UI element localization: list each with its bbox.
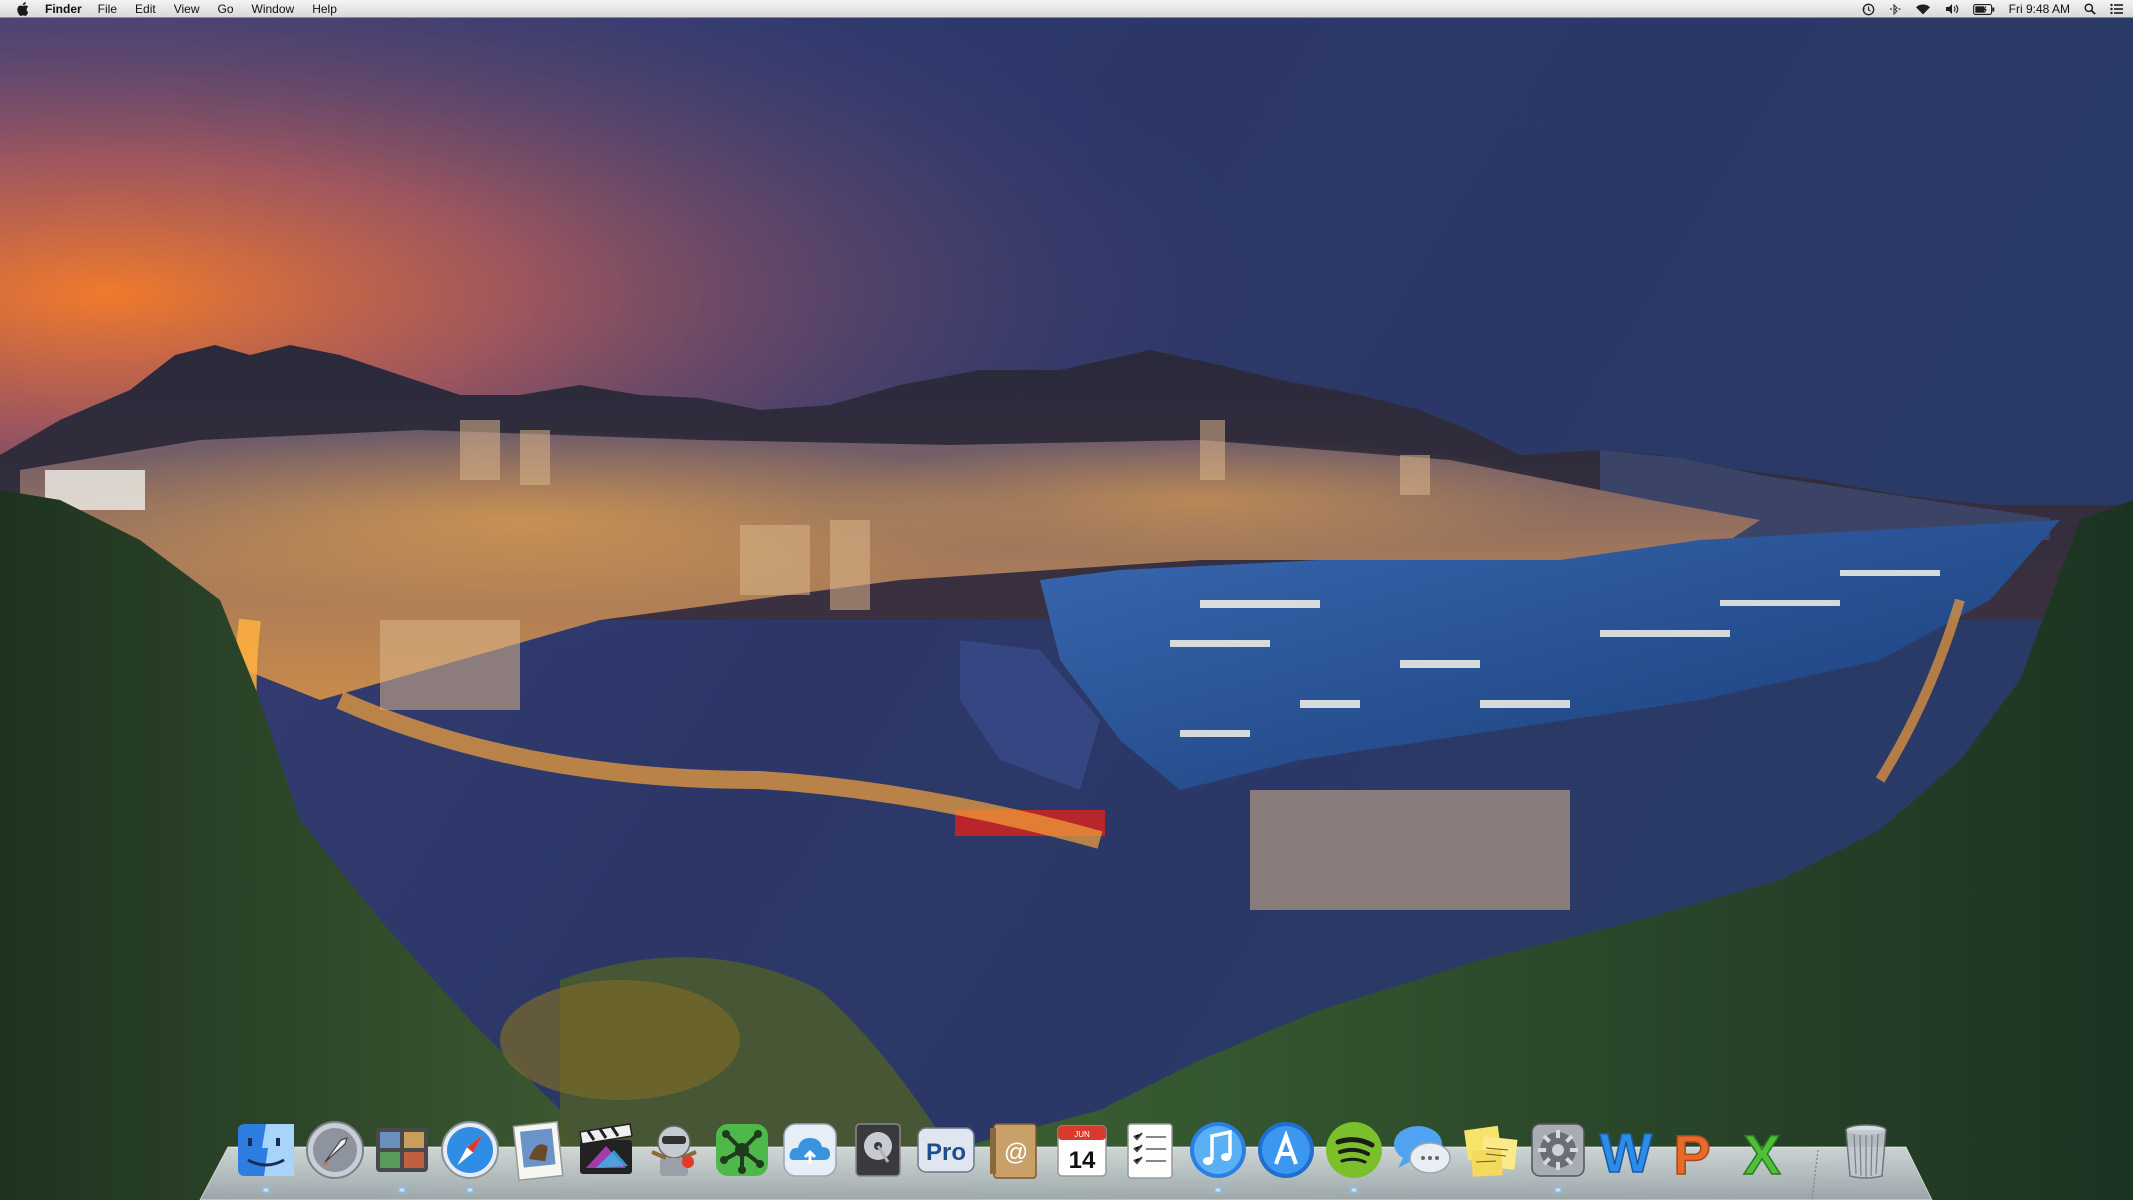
volume-icon[interactable] <box>1945 3 1959 15</box>
dock-app-safari[interactable] <box>438 1118 502 1182</box>
menu-clock[interactable]: Fri 9:48 AM <box>2009 2 2070 16</box>
running-indicator <box>1351 1188 1357 1192</box>
dock-app-excel[interactable]: X <box>1730 1118 1794 1182</box>
excel-icon: X <box>1743 1123 1780 1182</box>
dock: Pro @ JUN 14 W P X <box>234 1118 1899 1192</box>
dock-app-icloud[interactable] <box>778 1118 842 1182</box>
powerpoint-icon: P <box>1673 1123 1710 1182</box>
dock-app-powerpoint[interactable]: P <box>1662 1118 1726 1182</box>
dock-app-preview[interactable] <box>506 1118 570 1182</box>
running-indicator <box>263 1188 269 1192</box>
mindmap-icon <box>716 1124 768 1176</box>
finder-icon <box>238 1124 294 1176</box>
running-indicator <box>399 1188 405 1192</box>
dock-app-itunes[interactable] <box>1186 1118 1250 1182</box>
stickies-icon <box>1464 1125 1518 1177</box>
photo-browser-icon <box>376 1128 428 1172</box>
menu-finder[interactable]: Finder <box>45 2 82 16</box>
dock-app-system-preferences[interactable] <box>1526 1118 1590 1182</box>
trash-icon <box>1845 1124 1887 1179</box>
menu-bar: Finder File Edit View Go Window Help Fri… <box>0 0 2133 18</box>
system-preferences-icon <box>1531 1123 1585 1177</box>
dock-app-calendar[interactable]: JUN 14 <box>1050 1118 1114 1182</box>
dock-app-finder[interactable] <box>234 1118 298 1182</box>
disk-utility-icon <box>855 1123 901 1177</box>
preview-icon <box>512 1121 564 1181</box>
mail-icon: @ <box>990 1123 1037 1179</box>
dock-app-spotify[interactable] <box>1322 1118 1386 1182</box>
calendar-icon: JUN 14 <box>1057 1125 1107 1177</box>
dock-app-launchpad[interactable] <box>303 1118 367 1182</box>
dock-app-reminders[interactable] <box>1118 1118 1182 1182</box>
automator-icon <box>651 1125 697 1176</box>
menu-view[interactable]: View <box>174 2 200 16</box>
desktop-wallpaper <box>0 0 2133 1200</box>
menu-go[interactable]: Go <box>218 2 234 16</box>
spotlight-icon[interactable] <box>2084 3 2096 15</box>
notification-center-icon[interactable] <box>2110 3 2123 15</box>
dock-app-mail[interactable]: @ <box>982 1118 1046 1182</box>
running-indicator <box>1555 1188 1561 1192</box>
running-indicator <box>1215 1188 1221 1192</box>
menu-window[interactable]: Window <box>252 2 295 16</box>
dock-app-automator[interactable] <box>642 1118 706 1182</box>
dock-app-disk-utility[interactable] <box>846 1118 910 1182</box>
dock-app-mindmap[interactable] <box>710 1118 774 1182</box>
running-indicator <box>467 1188 473 1192</box>
itunes-icon <box>1190 1122 1246 1178</box>
dock-app-word[interactable]: W <box>1594 1118 1658 1182</box>
dock-app-pro[interactable]: Pro <box>914 1118 978 1182</box>
pro-app-icon: Pro <box>926 1139 966 1166</box>
app-store-icon <box>1258 1122 1314 1178</box>
messages-icon <box>1394 1126 1451 1174</box>
battery-icon[interactable] <box>1972 3 1995 15</box>
safari-icon <box>441 1121 499 1179</box>
dock-app-final-cut-pro[interactable] <box>574 1118 638 1182</box>
wifi-icon[interactable] <box>1915 3 1931 15</box>
calendar-month: JUN <box>1074 1130 1090 1139</box>
svg-text:@: @ <box>1004 1139 1028 1166</box>
launchpad-icon <box>306 1121 364 1179</box>
icloud-icon <box>783 1123 837 1177</box>
word-icon: W <box>1600 1121 1653 1182</box>
reminders-icon <box>1127 1123 1173 1179</box>
final-cut-pro-icon <box>579 1123 633 1174</box>
bluetooth-icon[interactable] <box>1889 3 1901 15</box>
dock-app-stickies[interactable] <box>1458 1118 1522 1182</box>
dock-app-app-store[interactable] <box>1254 1118 1318 1182</box>
calendar-day: 14 <box>1069 1147 1096 1174</box>
menu-file[interactable]: File <box>98 2 117 16</box>
spotify-icon <box>1326 1122 1382 1178</box>
dock-app-messages[interactable] <box>1390 1118 1454 1182</box>
apple-icon[interactable] <box>17 1 33 16</box>
dock-app-photo-browser[interactable] <box>370 1118 434 1182</box>
time-machine-icon[interactable] <box>1862 3 1875 16</box>
menu-edit[interactable]: Edit <box>135 2 156 16</box>
dock-trash[interactable] <box>1834 1118 1898 1182</box>
menu-help[interactable]: Help <box>312 2 337 16</box>
